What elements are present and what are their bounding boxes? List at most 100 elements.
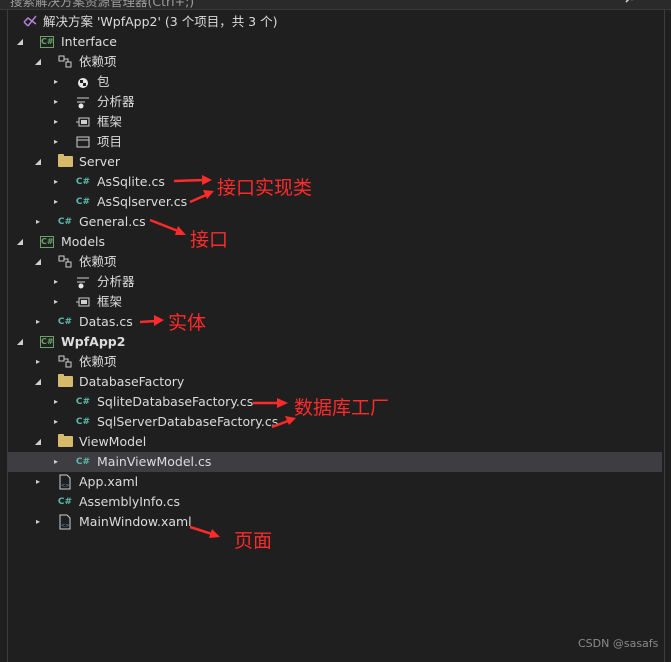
file-mainviewmodel[interactable]: ▸ C# MainViewModel.cs <box>8 452 662 472</box>
expand-arrow-icon[interactable]: ▸ <box>52 98 60 106</box>
annotation-interface: 接口 <box>190 229 229 251</box>
svg-text:<>: <> <box>61 523 69 529</box>
node-label: 包 <box>97 74 110 89</box>
node-label: 依赖项 <box>79 254 117 269</box>
node-label: 框架 <box>97 114 123 129</box>
folder-label: DatabaseFactory <box>79 374 185 389</box>
analyzer-icon <box>77 277 89 289</box>
file-assemblyinfo[interactable]: C# AssemblyInfo.cs <box>8 492 662 512</box>
project-interface[interactable]: ◢ C# Interface <box>8 32 662 52</box>
annotation-factory: 数据库工厂 <box>294 397 390 419</box>
expand-arrow-icon[interactable]: ▸ <box>34 218 42 226</box>
project-wpfapp2[interactable]: ◢ C# WpfApp2 <box>8 332 662 352</box>
framework-icon <box>76 117 90 127</box>
file-label: SqlServerDatabaseFactory.cs <box>97 414 279 429</box>
expand-arrow-icon[interactable]: ▸ <box>52 118 60 126</box>
expand-arrow-icon[interactable]: ▸ <box>52 458 60 466</box>
csharp-file-icon: C# <box>57 217 73 227</box>
node-label: 依赖项 <box>79 54 117 69</box>
package-icon <box>78 78 88 88</box>
collapse-arrow-icon[interactable]: ◢ <box>34 438 42 446</box>
search-input[interactable]: 搜索解决方案资源管理器(Ctrl+;) <box>10 0 194 10</box>
xaml-file-icon: <> <box>59 514 71 530</box>
collapse-arrow-icon[interactable]: ◢ <box>16 338 24 346</box>
dependencies-icon <box>58 255 72 268</box>
file-general[interactable]: ▸ C# General.cs <box>8 212 662 232</box>
dependencies-node[interactable]: ▸ 依赖项 <box>8 352 662 372</box>
file-label: MainWindow.xaml <box>79 514 192 529</box>
folder-icon <box>58 434 73 447</box>
expand-arrow-icon[interactable]: ▸ <box>34 478 42 486</box>
dependencies-icon <box>58 355 72 368</box>
node-label: 框架 <box>97 294 123 309</box>
collapse-arrow-icon[interactable]: ◢ <box>34 258 42 266</box>
watermark: CSDN @sasafs <box>578 637 659 650</box>
csharp-file-icon: C# <box>57 497 73 507</box>
analyzers-node[interactable]: ▸ 分析器 <box>8 92 662 112</box>
analyzer-icon <box>77 97 89 109</box>
file-app-xaml[interactable]: ▸ <> App.xaml <box>8 472 662 492</box>
folder-label: Server <box>79 154 120 169</box>
dependencies-icon <box>58 55 72 68</box>
collapse-arrow-icon[interactable]: ◢ <box>34 58 42 66</box>
folder-databasefactory[interactable]: ◢ DatabaseFactory <box>8 372 662 392</box>
expand-arrow-icon[interactable]: ▸ <box>52 418 60 426</box>
expand-arrow-icon[interactable]: ▸ <box>34 318 42 326</box>
solution-node[interactable]: 解决方案 'WpfApp2' (3 个项目，共 3 个) <box>8 12 662 32</box>
node-label: 分析器 <box>97 274 135 289</box>
packages-node[interactable]: ▸ 包 <box>8 72 662 92</box>
csharp-file-icon: C# <box>75 457 91 467</box>
svg-text:<>: <> <box>61 483 69 489</box>
file-label: Datas.cs <box>79 314 133 329</box>
search-icon[interactable] <box>624 0 638 5</box>
search-bar[interactable]: 搜索解决方案资源管理器(Ctrl+;) <box>0 0 671 10</box>
expand-arrow-icon[interactable]: ▸ <box>52 198 60 206</box>
folder-viewmodel[interactable]: ◢ ViewModel <box>8 432 662 452</box>
collapse-arrow-icon[interactable]: ◢ <box>34 158 42 166</box>
annotation-page: 页面 <box>234 530 273 552</box>
folder-server[interactable]: ◢ Server <box>8 152 662 172</box>
dependencies-node[interactable]: ◢ 依赖项 <box>8 52 662 72</box>
dependencies-node[interactable]: ◢ 依赖项 <box>8 252 662 272</box>
expand-arrow-icon[interactable]: ▸ <box>52 78 60 86</box>
node-label: 项目 <box>97 134 123 149</box>
collapse-arrow-icon[interactable]: ◢ <box>16 38 24 46</box>
expand-arrow-icon[interactable]: ▸ <box>52 178 60 186</box>
expand-arrow-icon[interactable]: ▸ <box>52 398 60 406</box>
frameworks-node[interactable]: ▸ 框架 <box>8 292 662 312</box>
project-label: Interface <box>61 34 117 49</box>
csharp-file-icon: C# <box>57 317 73 327</box>
csharp-project-icon: C# <box>40 36 54 48</box>
file-mainwindow-xaml[interactable]: ▸ <> MainWindow.xaml <box>8 512 662 532</box>
annotation-impl: 接口实现类 <box>217 177 313 199</box>
frameworks-node[interactable]: ▸ 框架 <box>8 112 662 132</box>
framework-icon <box>76 297 90 307</box>
project-reference-icon <box>76 136 90 148</box>
collapse-arrow-icon[interactable]: ◢ <box>34 378 42 386</box>
folder-icon <box>58 374 73 387</box>
project-models[interactable]: ◢ C# Models <box>8 232 662 252</box>
expand-arrow-icon[interactable]: ▸ <box>34 358 42 366</box>
analyzers-node[interactable]: ▸ 分析器 <box>8 272 662 292</box>
csharp-project-icon: C# <box>40 236 54 248</box>
projects-node[interactable]: ▸ 项目 <box>8 132 662 152</box>
file-assqlite[interactable]: ▸ C# AsSqlite.cs <box>8 172 662 192</box>
expand-arrow-icon[interactable]: ▸ <box>34 518 42 526</box>
node-label: 依赖项 <box>79 354 117 369</box>
file-label: App.xaml <box>79 474 139 489</box>
project-label: WpfApp2 <box>61 334 126 349</box>
collapse-arrow-icon[interactable]: ◢ <box>16 238 24 246</box>
file-label: SqliteDatabaseFactory.cs <box>97 394 254 409</box>
file-label: AssemblyInfo.cs <box>79 494 181 509</box>
expand-arrow-icon[interactable]: ▸ <box>52 278 60 286</box>
file-label: AsSqlite.cs <box>97 174 165 189</box>
file-datas[interactable]: ▸ C# Datas.cs <box>8 312 662 332</box>
expand-arrow-icon[interactable]: ▸ <box>52 298 60 306</box>
solution-label: 解决方案 'WpfApp2' (3 个项目，共 3 个) <box>43 14 278 29</box>
csharp-project-icon: C# <box>40 336 54 348</box>
file-label: AsSqlserver.cs <box>97 194 188 209</box>
file-assqlserver[interactable]: ▸ C# AsSqlserver.cs <box>8 192 662 212</box>
expand-arrow-icon[interactable]: ▸ <box>52 138 60 146</box>
solution-icon <box>23 15 37 27</box>
file-label: MainViewModel.cs <box>97 454 212 469</box>
